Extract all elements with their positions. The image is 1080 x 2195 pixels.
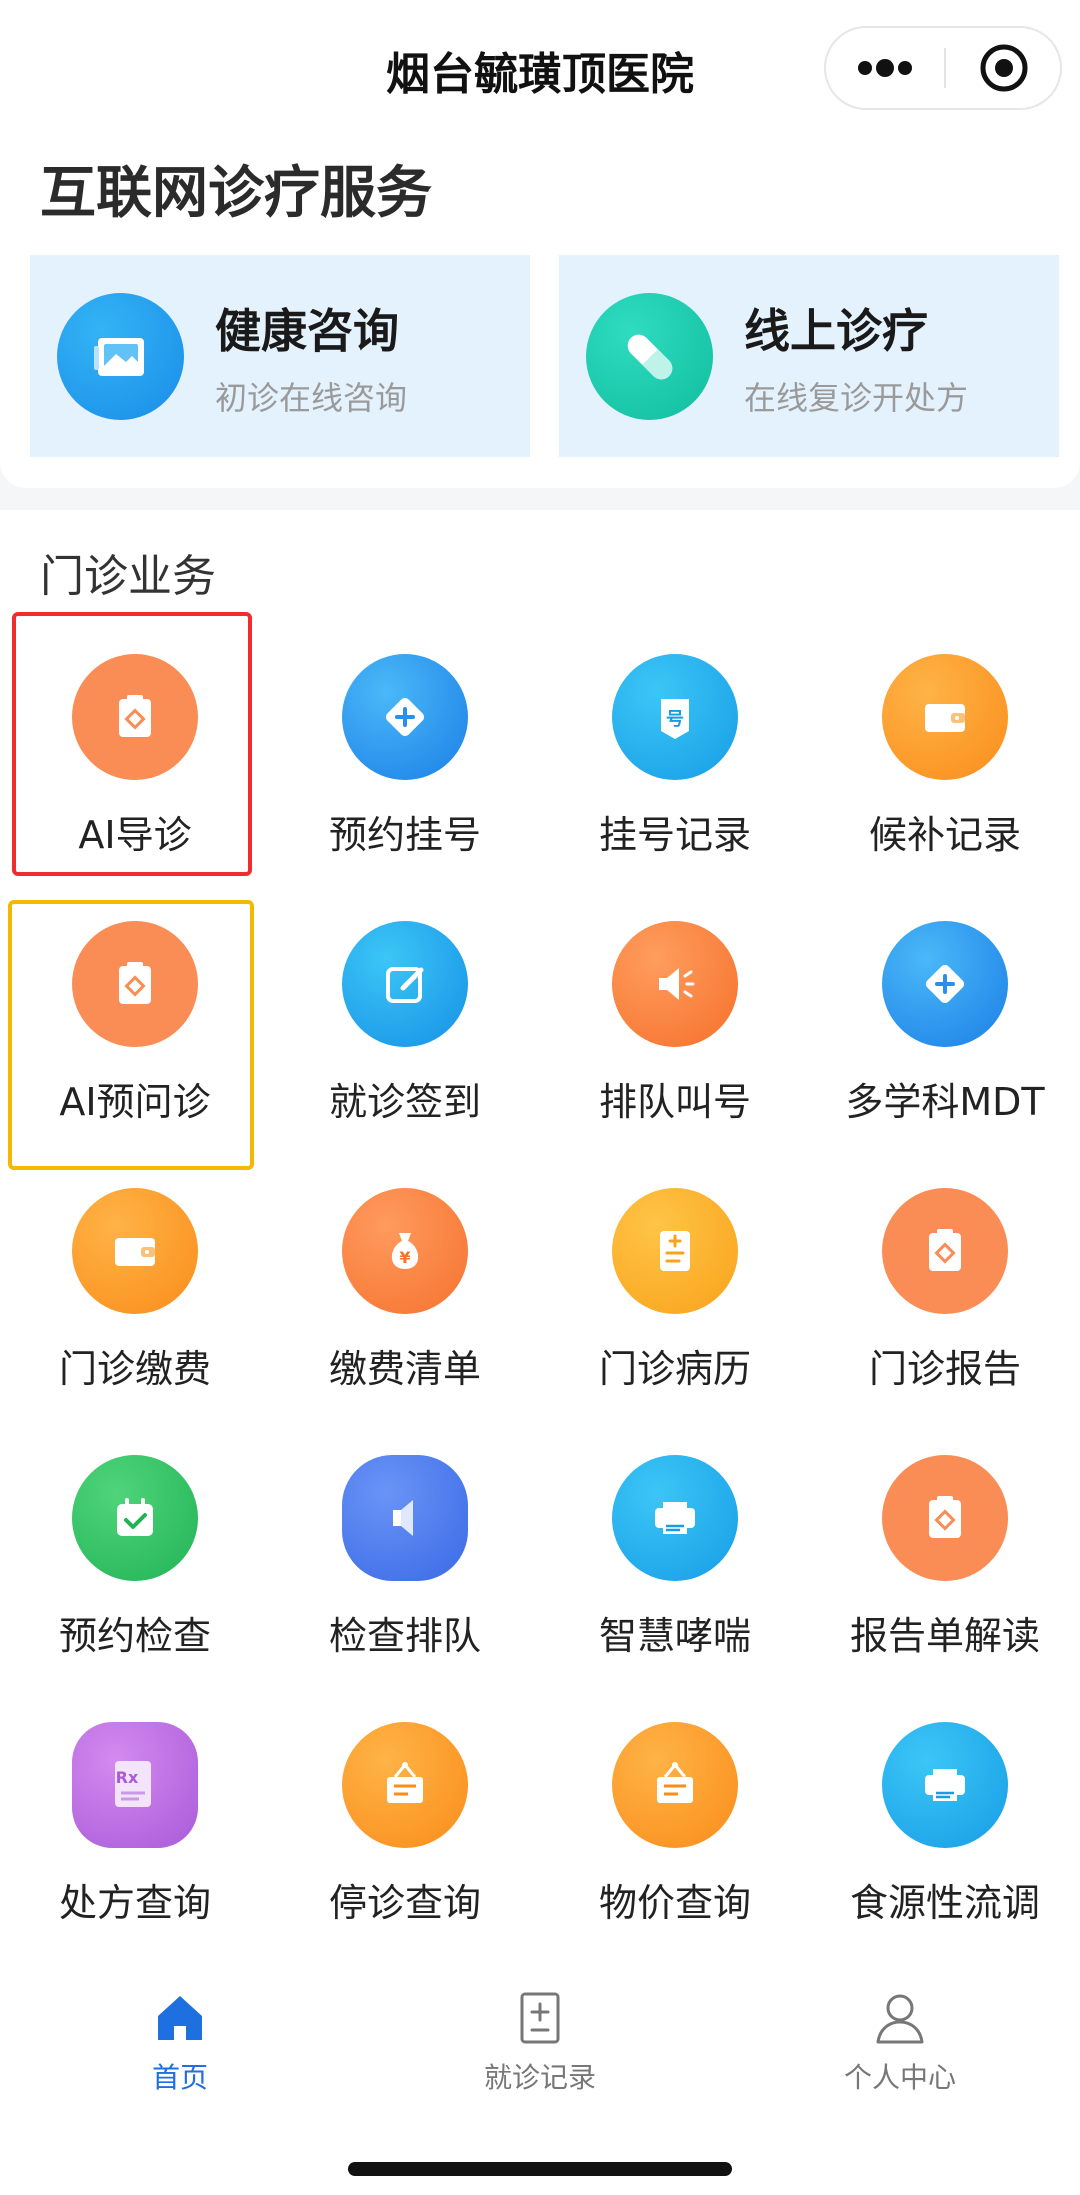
wallet-icon	[882, 654, 1008, 780]
medical-record-icon	[612, 1188, 738, 1314]
service-health-consult[interactable]: 健康咨询 初诊在线咨询	[30, 255, 530, 457]
mini-program-capsule	[824, 26, 1062, 110]
speaker-icon	[612, 921, 738, 1047]
grid-item-label: 预约检查	[58, 1614, 211, 1658]
service-subtitle: 在线复诊开处方	[744, 379, 969, 417]
grid-item-outpatient-payment[interactable]: 门诊缴费	[0, 1182, 270, 1442]
grid-item-label: 多学科MDT	[845, 1080, 1045, 1124]
record-icon	[512, 1990, 568, 2046]
internet-section-title: 互联网诊疗服务	[40, 161, 432, 226]
prescription-icon: Rx	[72, 1722, 198, 1848]
grid-item-appointment[interactable]: 预约挂号	[270, 648, 540, 908]
tab-visit-record[interactable]: 就诊记录	[440, 1990, 640, 2110]
pill-capsule-icon	[586, 293, 713, 420]
edit-square-icon	[342, 921, 468, 1047]
grid-item-exam-queue[interactable]: 检查排队	[270, 1449, 540, 1709]
grid-item-registration-record[interactable]: 号 挂号记录	[540, 648, 810, 908]
grid-item-label: 食源性流调	[849, 1881, 1040, 1925]
grid-item-mdt[interactable]: 多学科MDT	[810, 915, 1080, 1175]
highlight-box-yellow	[8, 900, 254, 1170]
home-icon	[152, 1990, 208, 2046]
grid-item-label: 预约挂号	[328, 813, 481, 857]
grid-item-label: 候补记录	[868, 813, 1021, 857]
close-target-icon[interactable]	[946, 28, 1062, 108]
user-icon	[872, 1990, 928, 2046]
grid-item-report-interpretation[interactable]: 报告单解读	[810, 1449, 1080, 1709]
grid-item-label: 检查排队	[328, 1614, 481, 1658]
clipboard-icon	[882, 1188, 1008, 1314]
diamond-plus-icon	[882, 921, 1008, 1047]
tab-label: 首页	[151, 2061, 208, 2094]
service-online-diagnosis[interactable]: 线上诊疗 在线复诊开处方	[559, 255, 1059, 457]
grid-item-outpatient-report[interactable]: 门诊报告	[810, 1182, 1080, 1442]
grid-item-label: 停诊查询	[328, 1881, 481, 1925]
money-bag-icon: ¥	[342, 1188, 468, 1314]
grid-item-label: 挂号记录	[598, 813, 751, 857]
notice-board-icon	[612, 1722, 738, 1848]
grid-item-exam-appointment[interactable]: 预约检查	[0, 1449, 270, 1709]
tab-label: 个人中心	[843, 2061, 956, 2094]
highlight-box-red	[12, 612, 252, 876]
service-name: 健康咨询	[215, 304, 399, 358]
svg-text:Rx: Rx	[116, 1768, 139, 1787]
page: 烟台毓璜顶医院 互联网诊疗服务 健康咨询 初诊在线咨询 线上诊疗 在线复诊开处方…	[0, 0, 1080, 2195]
wallet-icon	[72, 1188, 198, 1314]
svg-text:号: 号	[666, 709, 684, 730]
grid-item-medical-record[interactable]: 门诊病历	[540, 1182, 810, 1442]
grid-item-check-in[interactable]: 就诊签到	[270, 915, 540, 1175]
grid-item-label: 门诊缴费	[58, 1347, 211, 1391]
outpatient-section-title: 门诊业务	[40, 551, 216, 602]
home-indicator	[348, 2162, 732, 2176]
grid-item-label: 报告单解读	[849, 1614, 1040, 1658]
grid-item-label: 处方查询	[58, 1881, 211, 1925]
tab-personal-center[interactable]: 个人中心	[800, 1990, 1000, 2110]
tab-label: 就诊记录	[483, 2061, 596, 2094]
clipboard-icon	[882, 1455, 1008, 1581]
grid-item-label: 门诊病历	[598, 1347, 751, 1391]
grid-item-waitlist-record[interactable]: 候补记录	[810, 648, 1080, 908]
grid-item-label: 排队叫号	[598, 1080, 751, 1124]
service-name: 线上诊疗	[744, 304, 928, 358]
ticket-number-icon: 号	[612, 654, 738, 780]
diamond-plus-icon	[342, 654, 468, 780]
svg-text:¥: ¥	[399, 1248, 410, 1267]
printer-icon	[612, 1455, 738, 1581]
grid-item-label: 缴费清单	[328, 1347, 481, 1391]
grid-item-queue-call[interactable]: 排队叫号	[540, 915, 810, 1175]
photo-card-icon	[57, 293, 184, 420]
printer-icon	[882, 1722, 1008, 1848]
grid-item-payment-list[interactable]: ¥ 缴费清单	[270, 1182, 540, 1442]
calendar-check-icon	[72, 1455, 198, 1581]
service-subtitle: 初诊在线咨询	[215, 379, 408, 417]
grid-item-label: 门诊报告	[868, 1347, 1021, 1391]
tab-home[interactable]: 首页	[80, 1990, 280, 2110]
grid-item-label: 就诊签到	[328, 1080, 481, 1124]
more-icon[interactable]	[826, 28, 944, 108]
grid-item-label: 物价查询	[598, 1881, 751, 1925]
top-bar: 烟台毓璜顶医院	[0, 0, 1080, 130]
grid-item-label: 智慧哮喘	[598, 1614, 751, 1658]
speaker-icon	[342, 1455, 468, 1581]
grid-item-smart-asthma[interactable]: 智慧哮喘	[540, 1449, 810, 1709]
notice-board-icon	[342, 1722, 468, 1848]
